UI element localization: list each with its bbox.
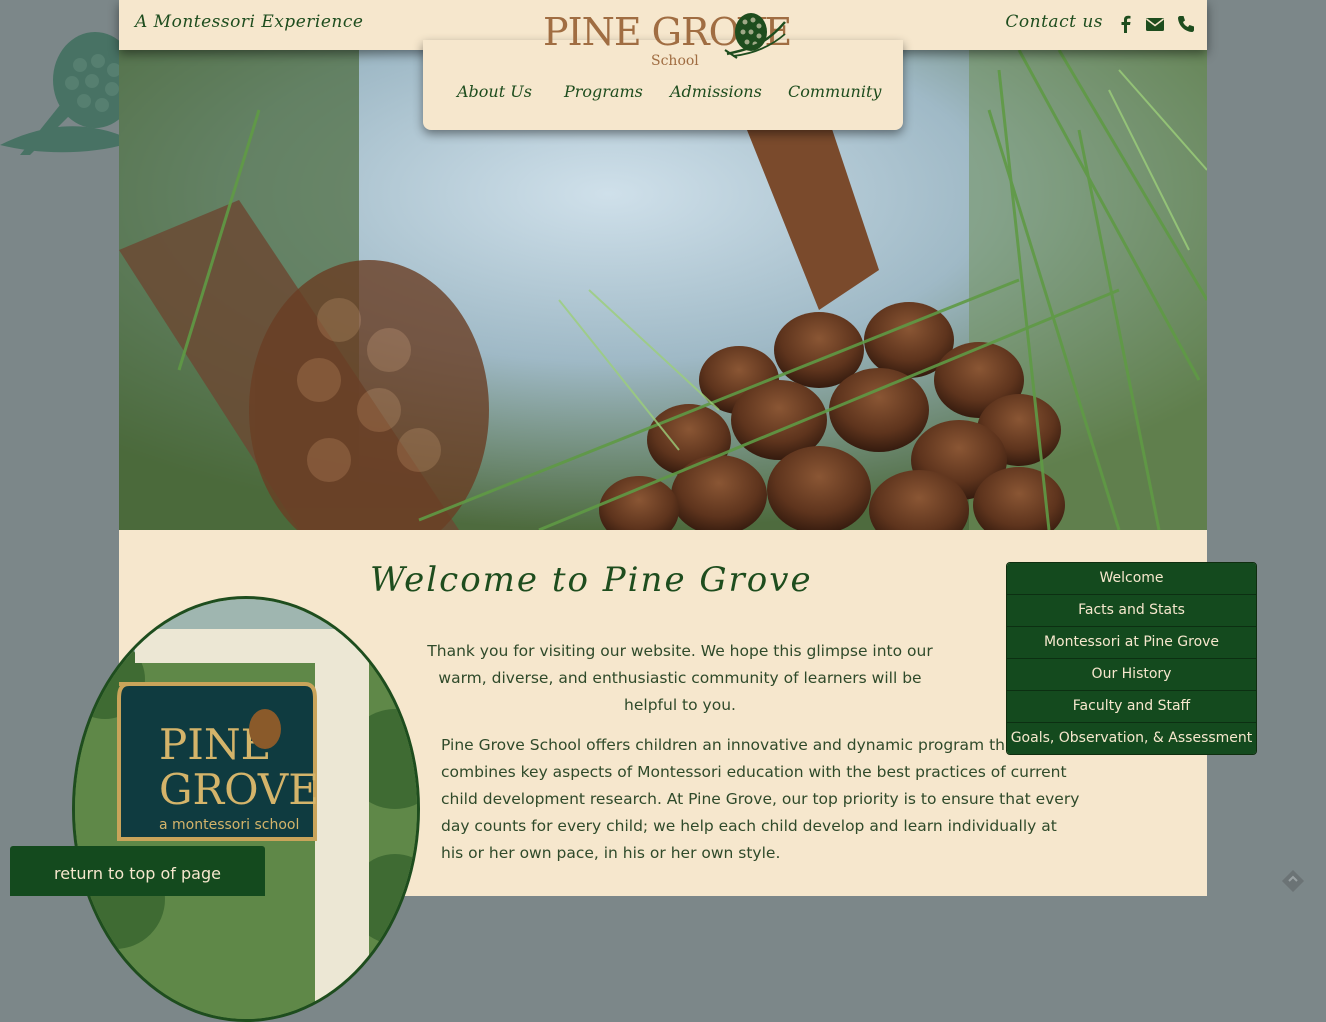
nav-admissions[interactable]: Admissions (670, 82, 762, 101)
subnav-welcome[interactable]: Welcome (1007, 563, 1256, 595)
main-nav: About Us Programs Admissions Community (423, 82, 903, 112)
section-subnav: Welcome Facts and Stats Montessori at Pi… (1006, 562, 1257, 755)
sign-text-grove: GROVE (159, 765, 319, 814)
corner-diamond-icon[interactable] (1280, 868, 1306, 894)
nav-about-us[interactable]: About Us (457, 82, 532, 101)
tagline: A Montessori Experience (135, 12, 364, 32)
return-to-top-button[interactable]: return to top of page (10, 846, 265, 896)
sign-text-subtitle: a montessori school (159, 817, 299, 833)
intro-paragraph: Thank you for visiting our website. We h… (427, 642, 933, 714)
nav-community[interactable]: Community (788, 82, 881, 101)
subnav-montessori[interactable]: Montessori at Pine Grove (1007, 627, 1256, 659)
body-paragraph: Pine Grove School offers children an inn… (441, 736, 1080, 862)
subnav-goals[interactable]: Goals, Observation, & Assessment (1007, 723, 1256, 754)
envelope-icon[interactable] (1144, 13, 1166, 35)
pine-grove-logo[interactable]: PINE GROVE School (541, 10, 792, 82)
phone-icon[interactable] (1175, 13, 1197, 35)
contact-us-link[interactable]: Contact us (1005, 12, 1103, 32)
school-sign-photo: PINE GROVE a montessori school (72, 596, 420, 1022)
facebook-icon[interactable] (1115, 13, 1137, 35)
nav-programs[interactable]: Programs (564, 82, 643, 101)
subnav-facts-and-stats[interactable]: Facts and Stats (1007, 595, 1256, 627)
subnav-faculty-and-staff[interactable]: Faculty and Staff (1007, 691, 1256, 723)
logo-subtitle: School (651, 53, 699, 69)
logo-pinecone-icon (724, 13, 786, 59)
page-title: Welcome to Pine Grove (370, 560, 813, 600)
main-nav-panel: PINE GROVE School About Us Programs Admi… (423, 10, 903, 130)
subnav-our-history[interactable]: Our History (1007, 659, 1256, 691)
